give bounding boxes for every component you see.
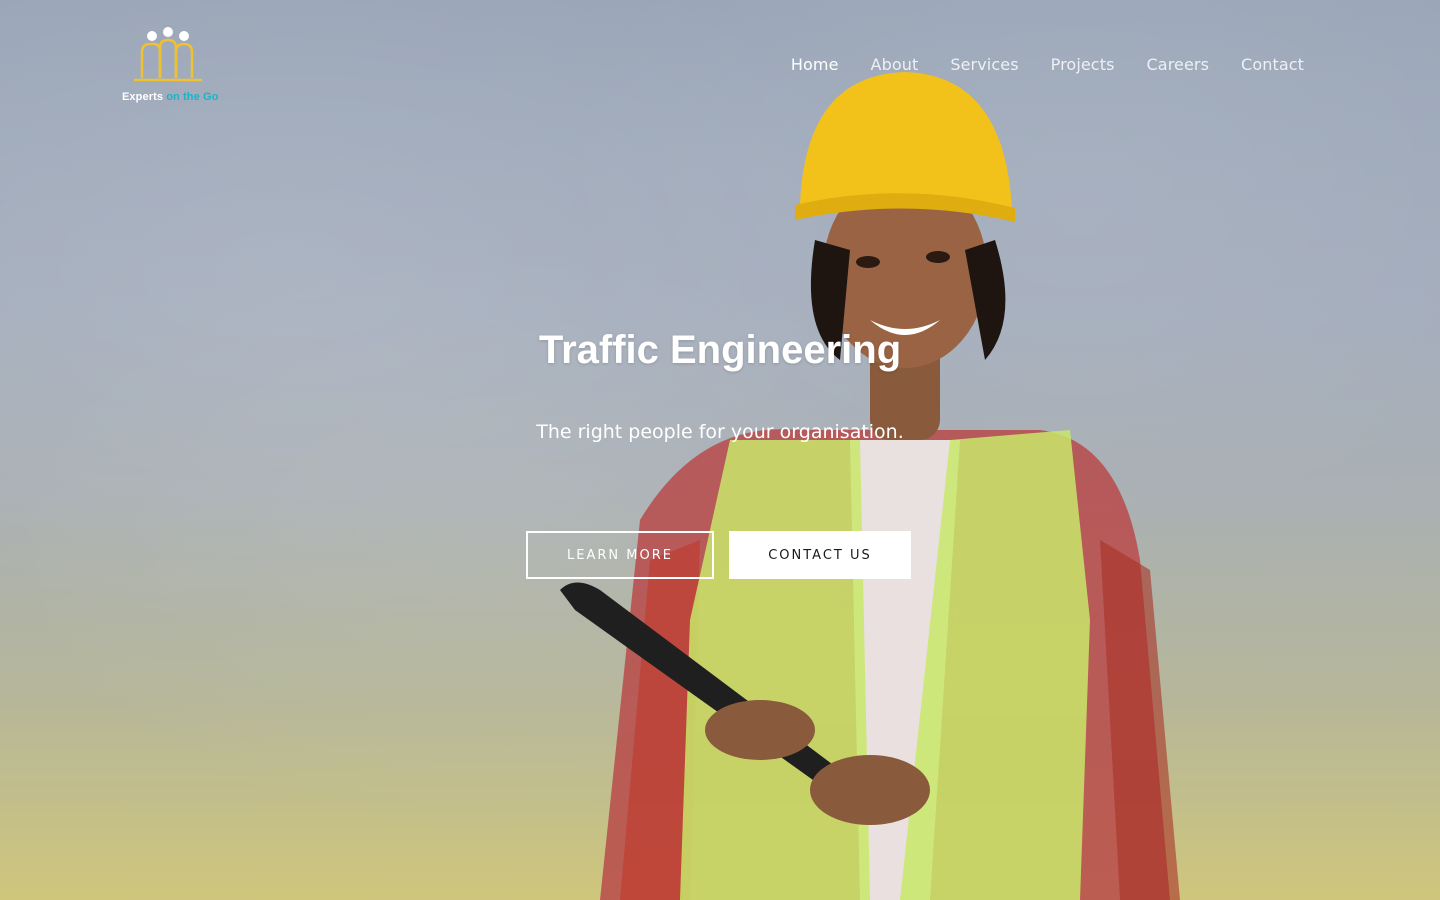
learn-more-button[interactable]: LEARN MORE: [526, 531, 714, 579]
people-bridge-logo-icon: [134, 27, 202, 82]
logo-wordmark: Experts on the Go: [122, 91, 218, 103]
hero-subtitle: The right people for your organisation.: [536, 421, 904, 443]
logo-text-tagline: on the Go: [166, 91, 219, 103]
nav-projects[interactable]: Projects: [1051, 55, 1115, 74]
site-logo[interactable]: Experts on the Go: [118, 26, 222, 108]
nav-contact[interactable]: Contact: [1241, 55, 1304, 74]
nav-services[interactable]: Services: [950, 55, 1018, 74]
hero-actions: LEARN MORE CONTACT US: [526, 531, 911, 579]
hero-title: Traffic Engineering: [538, 328, 902, 372]
main-navigation: Home About Services Projects Careers Con…: [791, 55, 1304, 74]
hero-background-photo: [560, 72, 1180, 900]
contact-us-button[interactable]: CONTACT US: [729, 531, 911, 579]
hero-section: Experts on the Go Home About Services Pr…: [0, 0, 1440, 900]
nav-home[interactable]: Home: [791, 55, 839, 74]
nav-about[interactable]: About: [871, 55, 919, 74]
logo-text-experts: Experts: [122, 91, 164, 103]
nav-careers[interactable]: Careers: [1147, 55, 1210, 74]
